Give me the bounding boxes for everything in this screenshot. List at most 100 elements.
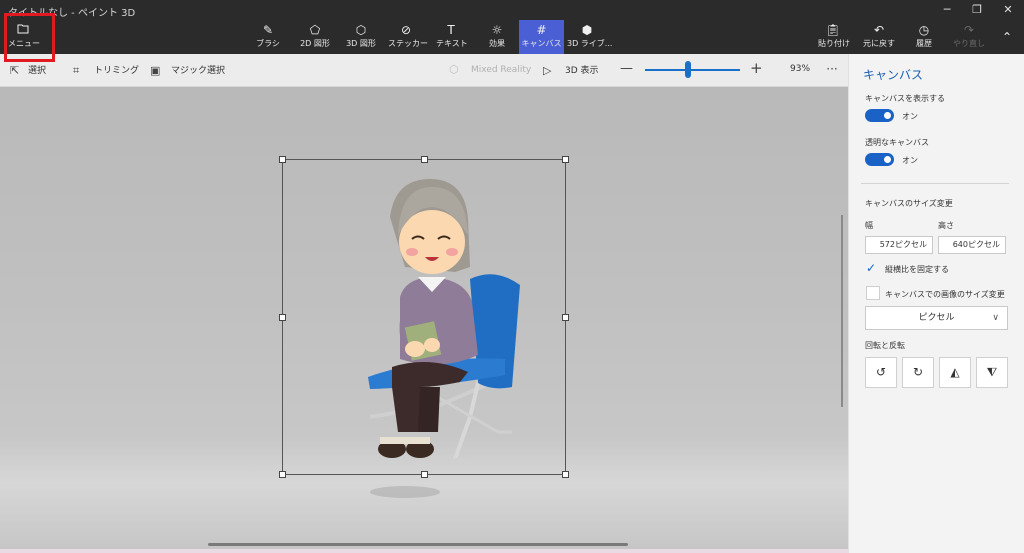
tool-label: ブラシ	[256, 39, 280, 48]
panel-divider	[861, 183, 1009, 184]
tool-brush[interactable]: ✎ ブラシ	[253, 22, 283, 54]
rotate-flip-heading: 回転と反転	[865, 341, 905, 350]
width-field[interactable]: 572ピクセル	[865, 236, 933, 254]
history-label: 履歴	[916, 39, 932, 48]
rotate-left-button[interactable]: ↺	[865, 357, 897, 388]
show-canvas-label: キャンバスを表示する	[865, 94, 945, 103]
close-icon[interactable]: ✕	[993, 0, 1023, 20]
tool-3d-shapes[interactable]: ⬡ 3D 図形	[344, 22, 378, 54]
transparent-canvas-toggle[interactable]	[865, 153, 894, 166]
3d-library-icon: ⬢	[581, 23, 593, 37]
flip-horizontal-icon: ◭	[950, 365, 960, 379]
minimize-icon[interactable]: ─	[932, 0, 962, 20]
chevron-up-icon: ⌃	[1001, 30, 1013, 44]
mixed-reality-icon: ⬡	[449, 63, 459, 76]
flip-horizontal-button[interactable]: ◭	[939, 357, 971, 388]
resize-handle-left[interactable]	[279, 314, 286, 321]
tool-canvas[interactable]: # キャンバス	[519, 20, 564, 54]
rotate-right-button[interactable]: ↻	[902, 357, 934, 388]
tool-label: ステッカー	[388, 39, 428, 48]
show-canvas-toggle[interactable]	[865, 109, 894, 122]
mixed-reality-label: Mixed Reality	[471, 65, 532, 75]
resize-handle-bottom-right[interactable]	[562, 471, 569, 478]
view-3d-label: 3D 表示	[565, 66, 599, 76]
rotate-left-icon: ↺	[875, 365, 887, 379]
magic-select-button[interactable]: ▣ マジック選択	[150, 63, 225, 77]
redo-button[interactable]: ↷ やり直し	[953, 22, 985, 54]
crop-button[interactable]: ⌗ トリミング	[73, 63, 139, 78]
history-icon: ◷	[918, 23, 930, 37]
menu-highlight-box	[4, 13, 55, 62]
vertical-scrollbar[interactable]	[841, 215, 843, 407]
crop-label: トリミング	[94, 66, 140, 76]
chevron-down-icon: ∨	[992, 313, 999, 323]
magic-select-icon: ▣	[150, 64, 161, 77]
zoom-out-icon[interactable]: —	[620, 61, 633, 76]
rotate-right-icon: ↻	[912, 365, 924, 379]
resize-image-label: キャンバスでの画像のサイズ変更	[885, 290, 1005, 299]
canvas-panel: キャンバス キャンバスを表示する オン 透明なキャンバス オン キャンバスのサイ…	[848, 54, 1024, 553]
zoom-percent: 93%	[790, 64, 811, 74]
lock-aspect-checkbox[interactable]: ✓	[866, 261, 880, 275]
tool-label: 3D ライブ...	[567, 39, 613, 48]
history-button[interactable]: ◷ 履歴	[910, 22, 938, 54]
resize-handle-top-right[interactable]	[562, 156, 569, 163]
undo-icon: ↶	[873, 23, 885, 37]
resize-handle-top[interactable]	[421, 156, 428, 163]
canvas-area[interactable]	[0, 87, 848, 553]
toggle-knob	[884, 156, 891, 163]
tool-label: キャンバス	[521, 39, 562, 48]
resize-handle-bottom[interactable]	[421, 471, 428, 478]
redo-label: やり直し	[953, 39, 985, 48]
height-label: 高さ	[938, 221, 954, 230]
zoom-in-icon[interactable]: +	[750, 59, 763, 77]
title-bar: タイトルなし - ペイント 3D ─ ❐ ✕	[0, 0, 1024, 20]
select-button[interactable]: ⇱ 選択	[10, 63, 46, 77]
zoom-slider-thumb[interactable]	[685, 61, 691, 78]
maximize-icon[interactable]: ❐	[962, 0, 992, 20]
transparent-canvas-label: 透明なキャンバス	[865, 138, 929, 147]
magic-select-label: マジック選択	[171, 66, 226, 76]
view-3d-icon: ▷	[543, 64, 552, 77]
width-label: 幅	[865, 221, 873, 230]
panel-title: キャンバス	[863, 68, 924, 82]
resize-handle-right[interactable]	[562, 314, 569, 321]
paste-label: 貼り付け	[818, 39, 850, 48]
lock-aspect-label: 縦横比を固定する	[885, 265, 949, 274]
horizontal-scrollbar[interactable]	[208, 543, 628, 546]
3d-shapes-icon: ⬡	[355, 23, 367, 37]
unit-dropdown[interactable]: ピクセル ∨	[865, 306, 1008, 330]
tool-label: 効果	[489, 39, 505, 48]
paste-button[interactable]: 📋︎ 貼り付け	[818, 22, 850, 54]
tool-stickers[interactable]: ⊘ ステッカー	[388, 22, 428, 54]
sticker-icon: ⊘	[400, 23, 412, 37]
zoom-slider[interactable]	[645, 69, 740, 71]
taskbar-strip	[0, 549, 848, 553]
canvas-selection-frame[interactable]	[282, 159, 566, 475]
toggle-knob	[884, 112, 891, 119]
flip-vertical-button[interactable]: ⧨	[976, 357, 1008, 388]
crop-icon: ⌗	[73, 64, 80, 77]
text-icon: T	[447, 23, 455, 37]
collapse-ribbon-button[interactable]: ⌃	[998, 22, 1016, 54]
undo-button[interactable]: ↶ 元に戻す	[862, 22, 896, 54]
resize-image-checkbox[interactable]	[866, 286, 880, 300]
canvas-icon: #	[536, 23, 547, 37]
brush-icon: ✎	[262, 23, 274, 37]
transparent-canvas-state: オン	[902, 156, 918, 165]
mixed-reality-button[interactable]: ⬡ Mixed Reality	[449, 63, 531, 76]
tool-label: テキスト	[436, 39, 468, 48]
2d-shapes-icon: ⬠	[309, 23, 321, 37]
height-field[interactable]: 640ピクセル	[938, 236, 1006, 254]
resize-handle-top-left[interactable]	[279, 156, 286, 163]
tool-text[interactable]: T テキスト	[436, 22, 468, 54]
tool-3d-library[interactable]: ⬢ 3D ライブ...	[567, 22, 613, 54]
paste-icon: 📋︎	[825, 23, 841, 37]
flip-vertical-icon: ⧨	[986, 365, 998, 379]
resize-handle-bottom-left[interactable]	[279, 471, 286, 478]
tool-effects[interactable]: ☼ 効果	[482, 22, 512, 54]
view-3d-button[interactable]: ▷ 3D 表示	[543, 63, 599, 77]
more-options-button[interactable]: ···	[819, 57, 845, 83]
tool-2d-shapes[interactable]: ⬠ 2D 図形	[298, 22, 332, 54]
tool-label: 3D 図形	[346, 39, 376, 48]
